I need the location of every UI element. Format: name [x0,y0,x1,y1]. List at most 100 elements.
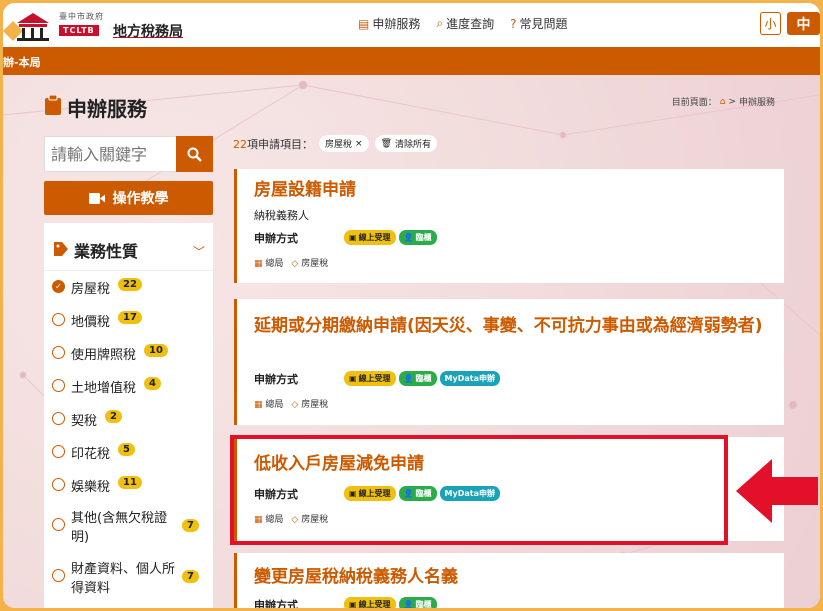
divider [44,270,213,271]
counter-tag: 👤 臨櫃 [398,230,437,245]
filter-option-land-value-tax[interactable]: 地價稅 17 [52,311,207,330]
filter-title: 業務性質 [74,242,139,261]
radio-button[interactable] [52,569,65,582]
site-logo[interactable]: 臺中市政府 TCLTB 地方稅務局 [3,9,193,43]
tag-icon [54,241,70,260]
person-icon: 👤 [403,374,414,383]
font-size-medium-button[interactable]: 中 [787,12,820,35]
checkmark-icon[interactable]: ✓ [52,280,65,293]
close-icon[interactable]: × [355,139,363,149]
building-icon: ▦ [254,400,263,410]
office-label: 總局 [265,259,284,269]
count-badge: 7 [182,519,199,532]
filter-option-license-tax[interactable]: 使用牌照稅 10 [52,344,207,363]
trash-icon: 🗑 [380,138,392,149]
service-card[interactable]: 房屋設籍申請 納稅義務人 申辦方式 ▣ 線上受理 👤 臨櫃 ▦ 總局 ◇ 房屋稅 [234,169,784,283]
radio-button[interactable] [52,445,65,458]
filter-option-land-increment-tax[interactable]: 土地增值稅 4 [52,377,207,396]
card-subtitle: 納稅義務人 [254,209,309,222]
breadcrumb-prefix: 目前頁面： [671,98,717,108]
radio-button[interactable] [52,313,65,326]
online-icon: ▣ [349,374,357,383]
page-title-text: 申辦服務 [67,97,147,121]
option-label: 契稅 [71,414,98,429]
count-badge: 11 [118,476,142,489]
nav-progress-query[interactable]: ⌕ 進度查詢 [436,15,494,32]
service-card[interactable]: 變更房屋稅納稅義務人名義 申辦方式 ▣ 線上受理 👤 臨櫃 [234,553,784,608]
tax-label: 房屋稅 [301,400,329,410]
person-icon: 👤 [403,233,414,242]
option-label: 使用牌照稅 [71,348,137,363]
question-icon: ? [510,16,517,31]
nav-apply-service[interactable]: ▤ 申辦服務 [358,15,420,32]
menu-bar: 辦-本局 [3,47,820,75]
tax-label: 房屋稅 [301,259,329,269]
search-input[interactable] [44,136,178,172]
filter-header[interactable]: 業務性質 [54,238,138,262]
page-frame: 臺中市政府 TCLTB 地方稅務局 ▤ 申辦服務 ⌕ 進度查詢 ? 常見問題 小… [3,3,820,608]
count-badge: 4 [144,377,161,390]
mydata-tag: MyData申辦 [439,371,500,386]
option-label: 土地增值稅 [71,381,137,396]
breadcrumb-current: 申辦服務 [738,98,775,108]
logo-title: 地方稅務局 [113,24,183,40]
nav-faq[interactable]: ? 常見問題 [510,15,567,32]
online-tag: ▣ 線上受理 [344,371,396,386]
filter-option-property-data[interactable]: 財產資料、個人所得資料 7 [52,560,207,598]
card-title[interactable]: 房屋設籍申請 [254,179,356,201]
count-badge: 5 [118,443,135,456]
service-card[interactable]: 延期或分期繳納申請(因天災、事變、不可抗力事由或為經濟弱勢者) 申辦方式 ▣ 線上… [234,299,784,425]
nav-label: 常見問題 [519,17,568,31]
filter-panel: 業務性質 ﹀ ✓ 房屋稅 22 地價稅 17 使用牌照稅 10 土地增值稅 4 … [44,223,213,608]
tutorial-button[interactable]: 操作教學 [44,181,213,215]
count-badge: 17 [118,311,142,324]
logo-english: TCLTB [59,25,99,36]
home-icon[interactable]: ⌂ [720,97,726,107]
breadcrumb-separator: > [728,96,736,107]
search-button[interactable] [176,136,213,172]
card-title[interactable]: 變更房屋稅納稅義務人名義 [254,566,458,588]
option-label: 財產資料、個人所得資料 [71,562,176,596]
clipboard-icon: ▤ [358,16,370,31]
clear-all-button[interactable]: 🗑 清除所有 [374,135,438,152]
chip-label: 房屋稅 [325,140,353,150]
font-size-small-button[interactable]: 小 [760,12,781,35]
search-icon: ⌕ [436,16,444,30]
count-badge: 22 [118,278,142,291]
online-icon: ▣ [349,600,357,608]
option-label: 房屋稅 [71,282,111,297]
filter-option-deed-tax[interactable]: 契稅 2 [52,410,207,429]
count-badge: 2 [105,410,122,423]
card-meta: ▦ 總局 ◇ 房屋稅 [254,256,328,269]
clipboard-icon [45,94,61,120]
radio-button[interactable] [52,346,65,359]
radio-button[interactable] [52,412,65,425]
filter-option-stamp-tax[interactable]: 印花稅 5 [52,443,207,462]
method-tags: ▣ 線上受理 👤 臨櫃 MyData申辦 [344,371,500,386]
person-icon: 👤 [403,600,414,608]
filter-option-house-tax[interactable]: ✓ 房屋稅 22 [52,278,207,297]
result-label: 項申請項目： [247,137,313,151]
filter-option-amusement-tax[interactable]: 娛樂稅 11 [52,476,207,495]
filter-chip[interactable]: 房屋稅 × [319,135,369,152]
clear-all-label: 清除所有 [395,140,432,150]
card-meta: ▦ 總局 ◇ 房屋稅 [254,397,328,410]
office-label: 總局 [265,400,284,410]
logo-subtitle: 臺中市政府 [59,12,104,21]
logo-mark-icon [3,13,49,41]
chevron-down-icon[interactable]: ﹀ [193,243,205,260]
online-tag: ▣ 線上受理 [344,597,396,608]
nav-label: 進度查詢 [446,17,495,31]
menu-bar-text[interactable]: 辦-本局 [3,56,41,69]
building-icon: ▦ [254,259,263,269]
breadcrumb: 目前頁面： ⌂ > 申辦服務 [671,95,775,109]
search-icon [187,147,202,162]
nav-label: 申辦服務 [372,17,421,31]
radio-button[interactable] [52,518,65,531]
filter-option-other[interactable]: 其他(含無欠稅證明) 7 [52,509,207,547]
main-area: 申辦服務 目前頁面： ⌂ > 申辦服務 操作教學 業務性質 ﹀ [3,75,820,608]
card-title[interactable]: 延期或分期繳納申請(因天災、事變、不可抗力事由或為經濟弱勢者) [254,315,774,337]
radio-button[interactable] [52,379,65,392]
tutorial-label: 操作教學 [112,191,169,207]
radio-button[interactable] [52,478,65,491]
